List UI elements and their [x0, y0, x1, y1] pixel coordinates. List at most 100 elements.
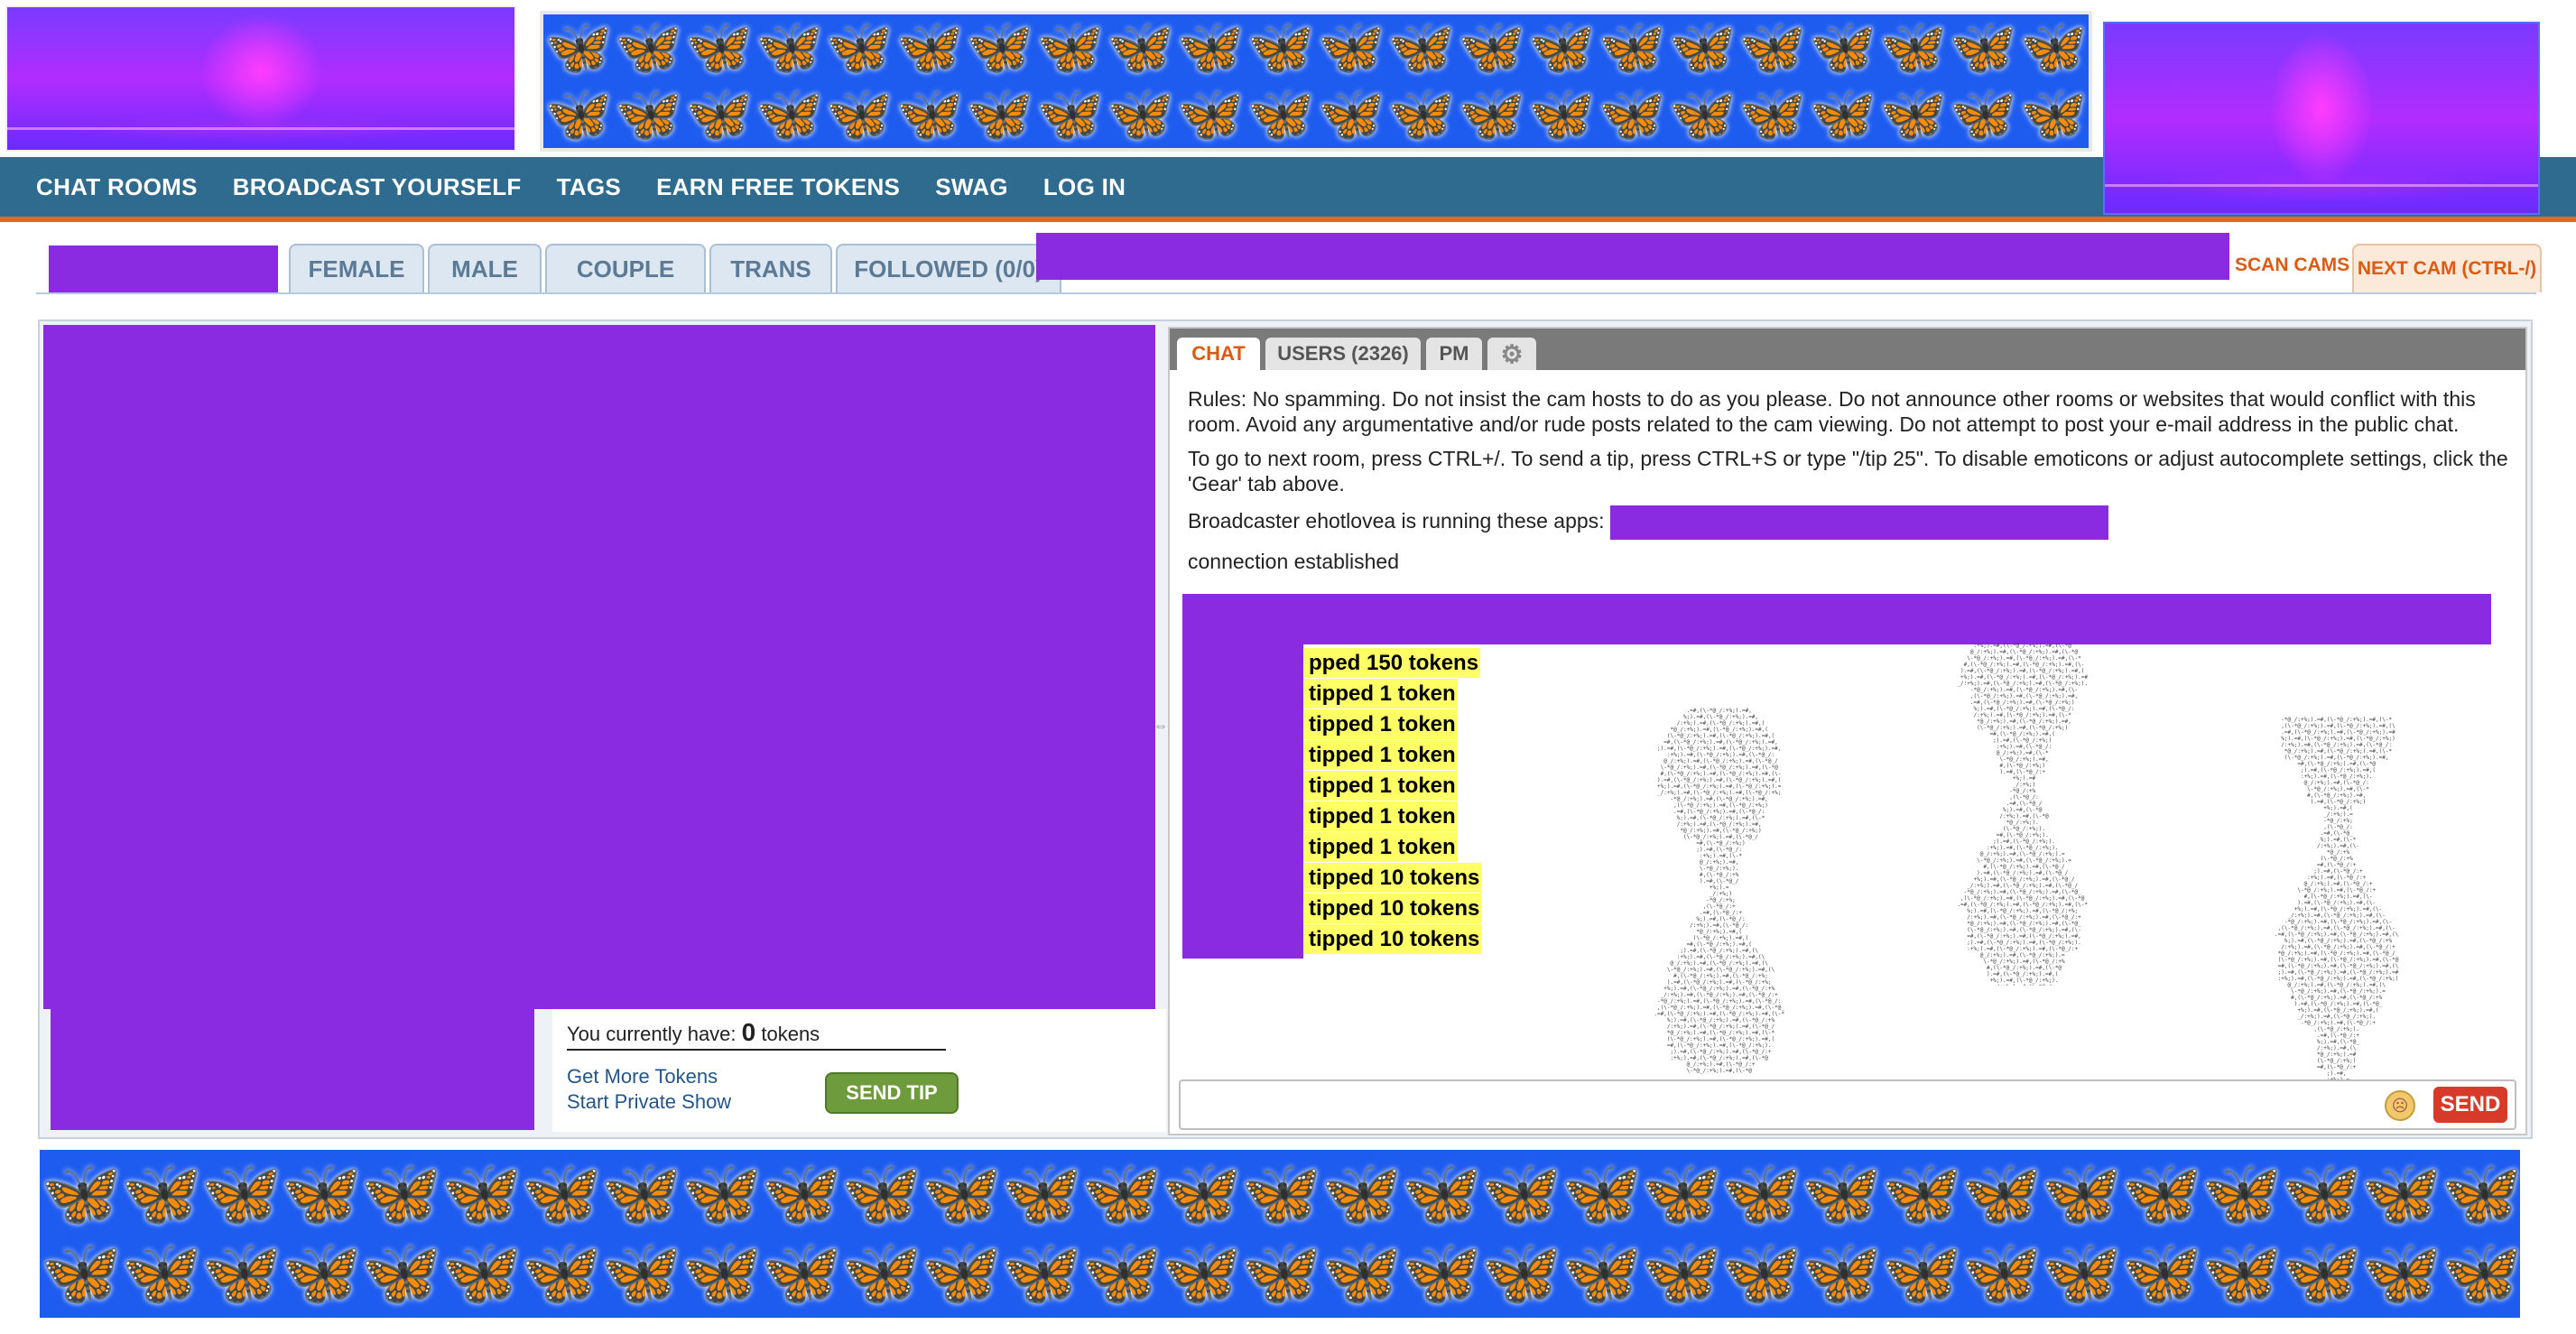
tab-pm[interactable]: PM: [1426, 338, 1482, 370]
nav-log-in[interactable]: LOG IN: [1043, 173, 1126, 201]
resize-handle-icon[interactable]: ⇔: [1154, 718, 1168, 735]
tab-female[interactable]: FEMALE: [289, 244, 424, 292]
ascii-art-figure: .=#,(\-*@_/:+%;).=#, %;).=#,(\-*@_/:+%;)…: [1654, 708, 1784, 1074]
butterfly-icon: 🦋: [825, 17, 894, 78]
butterfly-icon: 🦋: [120, 1158, 202, 1230]
butterfly-icon: 🦋: [360, 1158, 442, 1230]
butterfly-icon: 🦋: [1458, 17, 1525, 78]
butterfly-icon: 🦋: [1240, 1237, 1322, 1310]
butterfly-icon: 🦋: [1161, 1158, 1242, 1230]
butterfly-icon: 🦋: [1036, 17, 1104, 78]
butterfly-icon: 🦋: [544, 17, 613, 78]
room-panel: ⇔ You currently have: 0 tokens Get More …: [38, 320, 2533, 1139]
butterfly-icon: 🦋: [1598, 17, 1666, 78]
butterfly-icon: 🦋: [1401, 1158, 1482, 1230]
tab-followed[interactable]: FOLLOWED (0/0): [836, 244, 1061, 292]
tab-trans[interactable]: TRANS: [709, 244, 832, 292]
butterfly-icon: 🦋: [681, 1158, 763, 1230]
chat-rules-message: Rules: No spamming. Do not insist the ca…: [1188, 387, 2476, 436]
butterfly-icon: 🦋: [1801, 1237, 1883, 1310]
tab-chat[interactable]: CHAT: [1177, 338, 1260, 370]
butterfly-icon: 🦋: [966, 84, 1034, 144]
nav-earn-free-tokens[interactable]: EARN FREE TOKENS: [656, 173, 900, 201]
next-cam-tab[interactable]: NEXT CAM (CTRL-/): [2352, 244, 2542, 292]
butterfly-icon: 🦋: [685, 17, 753, 78]
butterfly-icon: 🦋: [1878, 17, 1947, 78]
butterfly-icon: 🦋: [615, 17, 683, 78]
tip-notification: tipped 1 token: [1303, 740, 1458, 770]
butterfly-icon: 🦋: [2360, 1158, 2442, 1230]
tip-notification: tipped 10 tokens: [1303, 863, 1482, 893]
butterfly-icon: 🦋: [41, 1158, 122, 1230]
butterfly-icon: 🦋: [966, 17, 1034, 78]
redacted-usernames: [1182, 644, 1303, 959]
gear-icon[interactable]: ⚙: [1487, 338, 1536, 370]
fountain-banner-image: [2103, 22, 2540, 215]
nav-broadcast-yourself[interactable]: BROADCAST YOURSELF: [233, 173, 522, 201]
butterfly-icon: 🦋: [1960, 1237, 2043, 1310]
butterfly-icon: 🦋: [825, 84, 894, 144]
butterfly-icon: 🦋: [840, 1158, 922, 1230]
butterfly-icon: 🦋: [1317, 84, 1385, 144]
fountain-banner-image: [5, 5, 516, 152]
tab-users[interactable]: USERS (2326): [1265, 338, 1421, 370]
chat-connection-message: connection established: [1188, 550, 1399, 573]
nav-swag[interactable]: SWAG: [935, 173, 1008, 201]
tab-male[interactable]: MALE: [428, 244, 542, 292]
butterfly-icon: 🦋: [544, 84, 613, 144]
nav-chat-rooms[interactable]: CHAT ROOMS: [36, 173, 198, 201]
redacted-room-info: [51, 1009, 534, 1130]
butterfly-icon: 🦋: [1881, 1158, 1962, 1230]
butterfly-icon: 🦋: [600, 1237, 682, 1310]
butterfly-icon: 🦋: [2441, 1158, 2520, 1230]
video-player[interactable]: [43, 325, 1155, 1009]
butterfly-icon: 🦋: [761, 1158, 842, 1230]
butterfly-icon: 🦋: [1527, 84, 1596, 144]
butterfly-icon: 🦋: [2120, 1237, 2202, 1310]
butterfly-icon: 🦋: [1561, 1158, 1643, 1230]
get-more-tokens-link[interactable]: Get More Tokens: [567, 1065, 718, 1089]
tip-notification: tipped 10 tokens: [1303, 924, 1482, 954]
chat-input[interactable]: ☹ SEND: [1179, 1079, 2516, 1130]
tip-notification: tipped 1 token: [1303, 771, 1458, 801]
chat-apps-message: Broadcaster ehotlovea is running these a…: [1188, 505, 2515, 540]
redacted-tab[interactable]: [49, 245, 278, 294]
butterfly-icon: 🦋: [1387, 84, 1456, 144]
butterfly-icon: 🦋: [1107, 17, 1174, 78]
token-balance-count: 0: [741, 1018, 756, 1046]
butterfly-icon: 🦋: [895, 17, 964, 78]
scan-cams-link[interactable]: SCAN CAMS: [2235, 255, 2349, 276]
tip-notification: tipped 1 token: [1303, 801, 1458, 831]
butterfly-icon: 🦋: [1107, 84, 1174, 144]
token-balance-suffix: tokens: [761, 1023, 820, 1045]
butterfly-icon: 🦋: [2019, 84, 2088, 144]
butterfly-icon: 🦋: [440, 1237, 523, 1310]
ascii-art-figure: -*@_/:+%;).=#,(\-*@_/:+%;).=#,(\-* ,(\-*…: [2275, 717, 2399, 1083]
send-tip-button[interactable]: SEND TIP: [825, 1072, 959, 1114]
butterfly-icon: 🦋: [281, 1237, 362, 1310]
category-tabs: FEMALE MALE COUPLE TRANS FOLLOWED (0/0) …: [36, 233, 2542, 294]
butterfly-icon: 🦋: [1161, 1237, 1242, 1310]
butterfly-icon: 🦋: [2201, 1158, 2283, 1230]
butterfly-icon: 🦋: [200, 1158, 283, 1230]
start-private-show-link[interactable]: Start Private Show: [567, 1090, 731, 1114]
butterfly-icon: 🦋: [1480, 1158, 1562, 1230]
ascii-art-figure: :+%;).=#,(\-*@_/:+%;).=#,(\-*@ @_/:+%;).…: [1957, 643, 2088, 986]
butterfly-icon: 🦋: [1387, 17, 1456, 78]
redacted-apps-list: [1609, 505, 2108, 540]
butterfly-icon: 🦋: [1246, 17, 1315, 78]
butterfly-icon: 🦋: [2360, 1237, 2442, 1310]
tip-notification: pped 150 tokens: [1303, 648, 1481, 678]
tip-notification: tipped 1 token: [1303, 832, 1458, 862]
send-button[interactable]: SEND: [2433, 1087, 2507, 1123]
butterfly-icon: 🦋: [1561, 1237, 1643, 1310]
butterfly-icon: 🦋: [615, 84, 683, 144]
emoticon-icon[interactable]: ☹: [2385, 1090, 2415, 1121]
nav-tags[interactable]: TAGS: [557, 173, 622, 201]
chat-tabbar: CHAT USERS (2326) PM ⚙: [1170, 329, 2525, 370]
butterfly-icon: 🦋: [120, 1237, 202, 1310]
tab-couple[interactable]: COUPLE: [545, 244, 706, 292]
butterfly-icon: 🦋: [921, 1237, 1003, 1310]
tip-panel: You currently have: 0 tokens Get More To…: [552, 1009, 1166, 1132]
butterfly-banner-top: 🦋 🦋 🦋 🦋 🦋 🦋 🦋 🦋 🦋 🦋 🦋 🦋 🦋 🦋 🦋 🦋 🦋 🦋 🦋 🦋 🦋 🦋 🦋 🦋 🦋 🦋 🦋 🦋 🦋 🦋 🦋 🦋 🦋 🦋 🦋 🦋 🦋 🦋 🦋 🦋…: [540, 11, 2092, 152]
